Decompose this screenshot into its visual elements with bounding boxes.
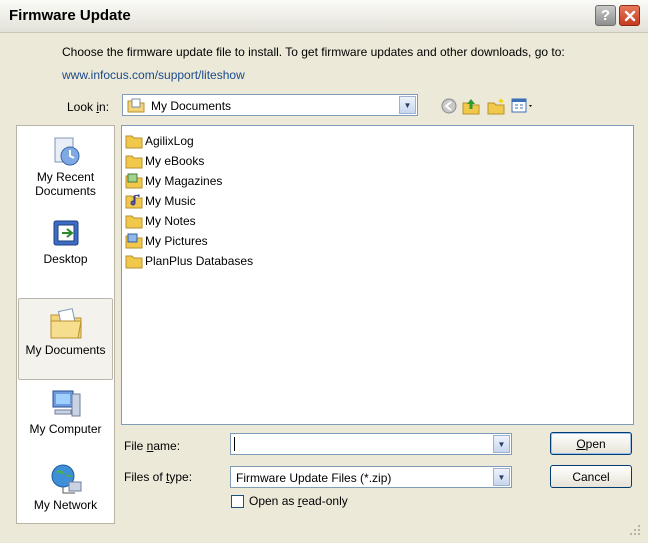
look-in-value: My Documents [151, 99, 232, 113]
my-documents-folder-icon [127, 98, 145, 113]
place-label: My Computer [29, 422, 102, 436]
text-caret [234, 437, 235, 451]
look-in-dropdown[interactable]: My Documents ▼ [122, 94, 418, 116]
music-folder-icon [125, 194, 143, 209]
place-my-network[interactable]: My Network [17, 462, 114, 512]
look-in-label: Look in: [67, 100, 110, 114]
chevron-down-icon[interactable]: ▼ [493, 468, 510, 486]
file-list[interactable]: AgilixLog My eBooks My Magazines My Musi… [121, 125, 634, 425]
my-documents-icon [50, 308, 82, 339]
list-item[interactable]: My eBooks [125, 152, 204, 170]
chevron-down-icon[interactable]: ▼ [399, 96, 416, 114]
my-computer-icon [52, 390, 80, 417]
place-label: My Network [33, 498, 98, 512]
place-desktop[interactable]: Desktop [17, 218, 114, 266]
file-type-label: Files of type: [124, 470, 193, 484]
recent-documents-icon [54, 137, 79, 166]
pictures-folder-icon [125, 173, 143, 189]
list-item[interactable]: My Magazines [125, 172, 222, 190]
window-title: Firmware Update [9, 7, 131, 24]
file-type-dropdown[interactable]: Firmware Update Files (*.zip) ▼ [230, 466, 512, 488]
folder-icon [125, 155, 143, 169]
list-item[interactable]: My Notes [125, 212, 196, 230]
file-name-label: File name: [124, 439, 181, 453]
help-button[interactable]: ? [595, 5, 616, 26]
close-icon [624, 10, 635, 21]
file-type-value: Firmware Update Files (*.zip) [236, 471, 392, 485]
pictures-folder-icon [125, 233, 143, 249]
list-item[interactable]: My Pictures [125, 232, 208, 250]
place-label: My Recent Documents [35, 170, 96, 198]
file-name-input[interactable]: ▼ [230, 433, 512, 455]
title-bar[interactable]: Firmware Update ? [0, 0, 648, 33]
views-menu-icon[interactable] [511, 97, 535, 115]
cancel-button[interactable]: Cancel [550, 465, 632, 488]
instruction-text: Choose the firmware update file to insta… [62, 45, 565, 59]
back-arrow-icon[interactable] [440, 97, 458, 115]
new-folder-icon[interactable] [486, 97, 506, 115]
place-my-recent-documents[interactable]: My Recent Documents [17, 136, 114, 198]
list-item[interactable]: AgilixLog [125, 132, 194, 150]
chevron-down-icon[interactable]: ▼ [493, 435, 510, 453]
my-network-icon [51, 464, 81, 494]
resize-grip-icon[interactable] [628, 523, 642, 537]
folder-icon [125, 135, 143, 149]
list-item[interactable]: PlanPlus Databases [125, 252, 253, 270]
read-only-label: Open as read-only [249, 494, 348, 508]
place-my-computer[interactable]: My Computer [17, 388, 114, 436]
desktop-icon [53, 220, 78, 246]
close-button[interactable] [619, 5, 640, 26]
place-label: My Documents [25, 343, 106, 357]
open-button[interactable]: Open [550, 432, 632, 455]
places-bar: My Recent Documents Desktop My Documents… [16, 125, 115, 524]
up-folder-icon[interactable] [461, 97, 481, 115]
folder-icon [125, 215, 143, 229]
read-only-checkbox[interactable] [231, 495, 244, 508]
place-label: Desktop [43, 252, 88, 266]
support-link[interactable]: www.infocus.com/support/liteshow [62, 68, 245, 82]
list-item[interactable]: My Music [125, 192, 196, 210]
folder-icon [125, 255, 143, 269]
place-my-documents[interactable]: My Documents [18, 298, 113, 380]
